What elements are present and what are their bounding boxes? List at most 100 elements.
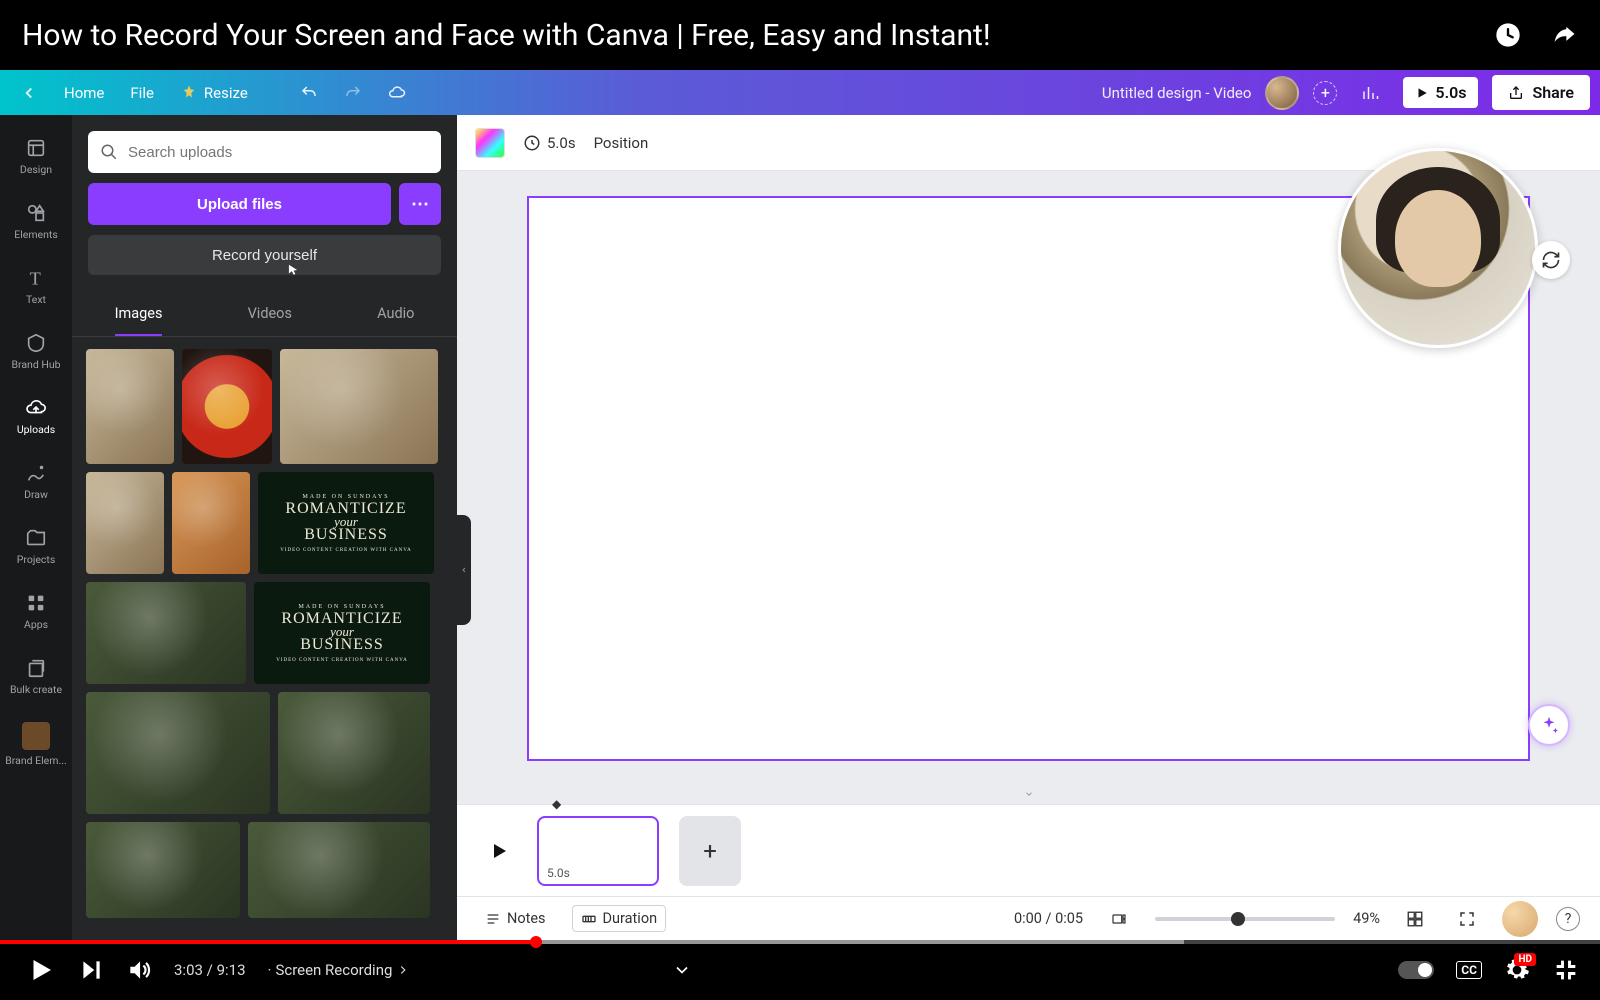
upload-thumb[interactable]: MADE ON SUNDAYS ROMANTICIZE your BUSINES… bbox=[254, 582, 430, 684]
user-avatar[interactable] bbox=[1265, 76, 1299, 110]
upload-thumb[interactable] bbox=[280, 349, 438, 464]
refresh-icon bbox=[1541, 250, 1561, 270]
record-yourself-button[interactable]: Record yourself bbox=[88, 235, 441, 275]
yt-play-button[interactable] bbox=[26, 955, 56, 985]
clip-timing-button[interactable]: 5.0s bbox=[523, 134, 576, 152]
rail-brand-elements[interactable]: Brand Elem... bbox=[0, 712, 72, 777]
duration-button[interactable]: Duration bbox=[572, 905, 667, 932]
upload-thumb[interactable] bbox=[248, 822, 430, 918]
upload-more-options[interactable]: ⋯ bbox=[399, 183, 441, 225]
help-button[interactable]: ? bbox=[1556, 907, 1580, 931]
notes-button[interactable]: Notes bbox=[477, 906, 554, 931]
rail-draw[interactable]: Draw bbox=[0, 452, 72, 511]
document-title[interactable]: Untitled design - Video bbox=[1102, 84, 1252, 102]
grid-view-button[interactable] bbox=[1398, 906, 1432, 932]
search-input[interactable] bbox=[128, 144, 429, 161]
rail-bulk-create[interactable]: Bulk create bbox=[0, 647, 72, 706]
uploads-gallery: MADE ON SUNDAYS ROMANTICIZE your BUSINES… bbox=[72, 337, 457, 940]
rail-uploads[interactable]: Uploads bbox=[0, 387, 72, 446]
timeline: ◆ 5.0s + bbox=[457, 804, 1600, 896]
playhead-marker[interactable]: ◆ bbox=[552, 797, 561, 811]
rail-elements[interactable]: Elements bbox=[0, 192, 72, 251]
uploads-panel: Upload files ⋯ Record yourself Images Vi… bbox=[72, 115, 457, 940]
tab-images[interactable]: Images bbox=[115, 305, 163, 336]
assistant-avatar[interactable] bbox=[1502, 901, 1538, 937]
canva-top-bar: Home File Resize Untitled design - Video… bbox=[0, 70, 1600, 115]
zoom-slider-thumb[interactable] bbox=[1231, 912, 1245, 926]
upload-files-button[interactable]: Upload files bbox=[88, 183, 391, 225]
upload-thumb[interactable]: MADE ON SUNDAYS ROMANTICIZE your BUSINES… bbox=[258, 472, 434, 574]
playback-time: 0:00 / 0:05 bbox=[1014, 910, 1083, 927]
expand-icon bbox=[1458, 910, 1476, 928]
undo-button[interactable] bbox=[290, 78, 328, 108]
yt-progress-track[interactable] bbox=[0, 940, 1600, 944]
yt-chapter-link[interactable]: · Screen Recording bbox=[268, 961, 411, 979]
fullscreen-button[interactable] bbox=[1450, 906, 1484, 932]
position-button[interactable]: Position bbox=[594, 134, 649, 152]
upload-thumb[interactable] bbox=[86, 822, 240, 918]
tab-audio[interactable]: Audio bbox=[377, 305, 414, 336]
upload-thumb[interactable] bbox=[86, 472, 164, 574]
zoom-slider[interactable] bbox=[1155, 917, 1335, 921]
share-arrow-icon[interactable] bbox=[1550, 21, 1578, 49]
view-icon bbox=[1109, 911, 1129, 927]
upload-thumb[interactable] bbox=[86, 582, 246, 684]
timeline-clip[interactable]: 5.0s bbox=[537, 816, 659, 886]
refresh-button[interactable] bbox=[1532, 241, 1570, 279]
yt-autoplay-toggle[interactable] bbox=[1398, 961, 1434, 979]
home-button[interactable]: Home bbox=[54, 78, 114, 108]
rail-text[interactable]: T Text bbox=[0, 257, 72, 316]
sparkle-icon bbox=[1538, 714, 1560, 736]
analytics-icon[interactable] bbox=[1351, 78, 1389, 108]
rail-brandhub[interactable]: Brand Hub bbox=[0, 322, 72, 381]
present-button[interactable]: 5.0s bbox=[1403, 77, 1478, 108]
resize-label: Resize bbox=[204, 84, 248, 102]
yt-settings-button[interactable]: HD bbox=[1504, 957, 1530, 983]
rail-apps[interactable]: Apps bbox=[0, 582, 72, 641]
uploads-tabs: Images Videos Audio bbox=[72, 291, 457, 337]
timeline-play-button[interactable] bbox=[481, 833, 517, 869]
watch-later-icon[interactable] bbox=[1494, 21, 1522, 49]
rail-label: Bulk create bbox=[10, 683, 62, 696]
yt-volume-button[interactable] bbox=[126, 957, 152, 983]
brand-swatch-icon bbox=[22, 722, 50, 750]
upload-thumb[interactable] bbox=[86, 692, 270, 814]
duration-icon bbox=[581, 911, 597, 927]
rail-label: Brand Hub bbox=[11, 358, 60, 371]
rail-design[interactable]: Design bbox=[0, 127, 72, 186]
svg-text:T: T bbox=[30, 268, 41, 288]
cloud-sync-icon[interactable] bbox=[378, 78, 416, 108]
clip-duration-label: 5.0s bbox=[547, 866, 570, 880]
present-duration: 5.0s bbox=[1435, 83, 1466, 102]
add-page-button[interactable]: + bbox=[679, 816, 741, 886]
redo-button[interactable] bbox=[334, 78, 372, 108]
webcam-overlay bbox=[1338, 148, 1538, 348]
upload-thumb[interactable] bbox=[182, 349, 272, 464]
yt-next-button[interactable] bbox=[78, 957, 104, 983]
back-button[interactable] bbox=[10, 78, 48, 108]
search-uploads[interactable] bbox=[88, 131, 441, 173]
youtube-player-bar: 3:03 / 9:13 · Screen Recording CC HD bbox=[0, 940, 1600, 1000]
tab-videos[interactable]: Videos bbox=[248, 305, 292, 336]
upload-thumb[interactable] bbox=[172, 472, 250, 574]
yt-scrubber[interactable] bbox=[530, 936, 542, 948]
timeline-collapse-toggle[interactable] bbox=[457, 786, 1600, 804]
zoom-value: 49% bbox=[1353, 910, 1380, 927]
status-bar: Notes Duration 0:00 / 0:05 49% ? bbox=[457, 896, 1600, 940]
add-collaborator-button[interactable]: + bbox=[1313, 81, 1337, 105]
view-mode-button[interactable] bbox=[1101, 907, 1137, 931]
canvas-page[interactable] bbox=[527, 196, 1530, 761]
rail-projects[interactable]: Projects bbox=[0, 517, 72, 576]
yt-exit-fullscreen-button[interactable] bbox=[1552, 956, 1580, 984]
yt-subtitles-button[interactable]: CC bbox=[1456, 961, 1482, 979]
magic-button[interactable] bbox=[1528, 704, 1570, 746]
left-rail: Design Elements T Text Brand Hub Uploads… bbox=[0, 115, 72, 940]
yt-chapter-menu[interactable] bbox=[672, 960, 692, 980]
share-button[interactable]: Share bbox=[1492, 75, 1590, 110]
page-color-swatch[interactable] bbox=[475, 128, 505, 158]
rail-label: Projects bbox=[17, 553, 56, 566]
file-menu[interactable]: File bbox=[120, 78, 164, 108]
upload-thumb[interactable] bbox=[278, 692, 430, 814]
upload-thumb[interactable] bbox=[86, 349, 174, 464]
resize-button[interactable]: Resize bbox=[170, 78, 258, 108]
